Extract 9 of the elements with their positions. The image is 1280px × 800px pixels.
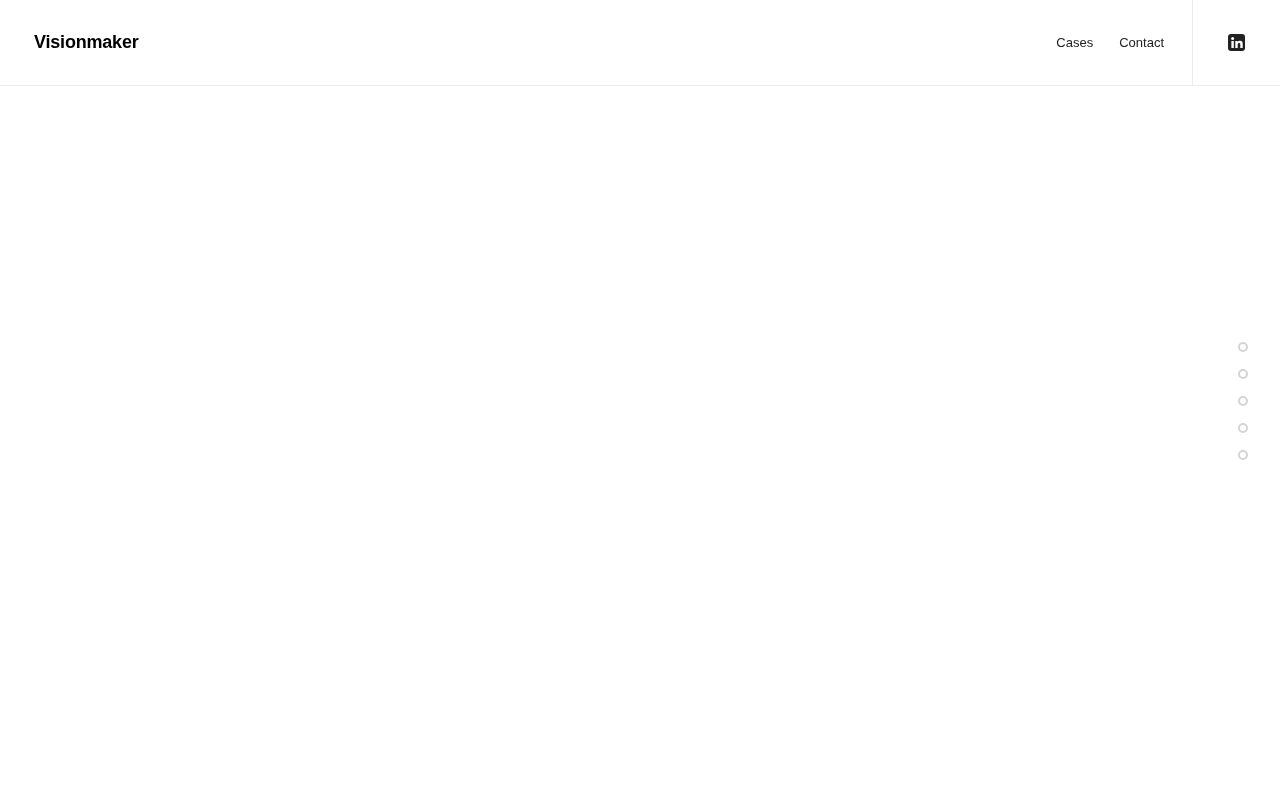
nav-link[interactable]: Cases [1048, 31, 1102, 54]
section-dot[interactable] [1238, 450, 1248, 460]
section-dot[interactable] [1238, 342, 1248, 352]
logo[interactable]: Visionmaker [34, 32, 139, 53]
nav-link[interactable]: Contact [1111, 31, 1172, 54]
section-dot[interactable] [1238, 396, 1248, 406]
linkedin-icon[interactable] [1228, 34, 1245, 51]
section-dot[interactable] [1238, 369, 1248, 379]
section-dot[interactable] [1238, 423, 1248, 433]
